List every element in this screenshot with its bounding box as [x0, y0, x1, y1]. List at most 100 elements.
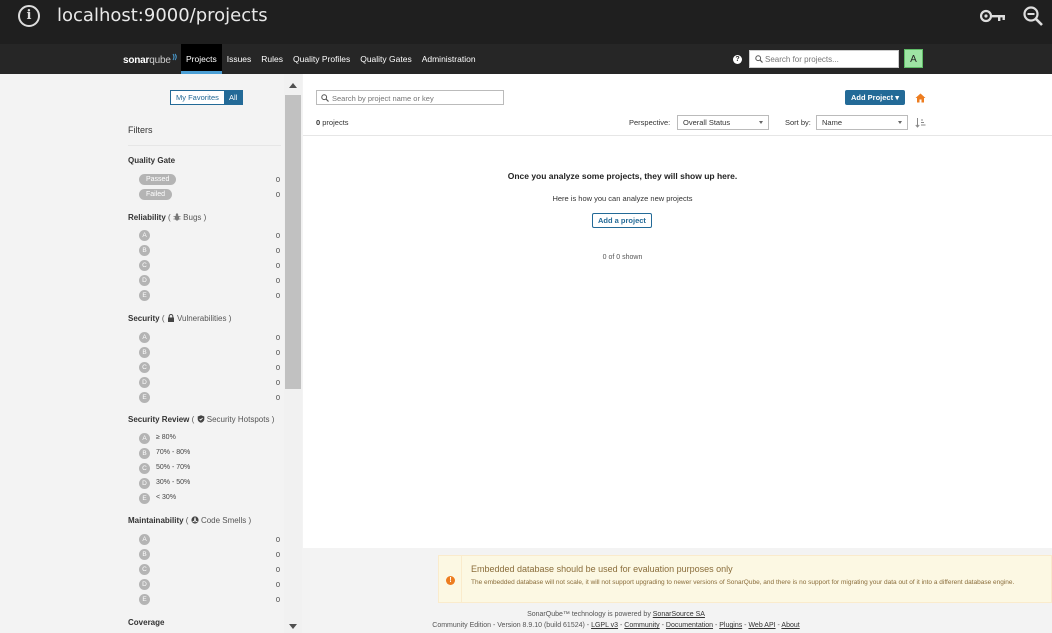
toolbar-divider [303, 135, 1052, 136]
facet-reliability-title[interactable]: Reliability ( Bugs ) [128, 213, 206, 222]
security-review-range: ≥ 80% [156, 434, 176, 441]
nav-quality-gates[interactable]: Quality Gates [355, 44, 417, 74]
warning-body: The embedded database will not scale, it… [471, 579, 1015, 586]
site-info-icon[interactable]: i [18, 5, 40, 27]
facet-title-text: Maintainability [128, 516, 184, 525]
maintainability-grade-b[interactable]: B [139, 549, 150, 560]
facet-count: 0 [275, 175, 280, 184]
license-link[interactable]: LGPL v3 [591, 622, 618, 629]
logo-wave-icon [172, 53, 177, 61]
search-icon [755, 55, 763, 63]
facet-count: 0 [275, 276, 280, 285]
facet-quality-gate-title[interactable]: Quality Gate [128, 156, 175, 165]
chevron-down-icon: ▾ [895, 93, 899, 102]
maintainability-grade-e[interactable]: E [139, 594, 150, 605]
help-icon[interactable]: ? [733, 55, 742, 64]
perspective-label: Perspective: [629, 118, 671, 127]
security-review-grade-b[interactable]: B [139, 448, 150, 459]
project-search[interactable] [316, 90, 504, 105]
paren-open: ( [161, 314, 165, 323]
logo-text-light: qube [149, 55, 171, 66]
sortby-value: Name [822, 118, 843, 127]
facet-count: 0 [275, 378, 280, 387]
security-grade-b[interactable]: B [139, 347, 150, 358]
facet-count: 0 [275, 595, 280, 604]
facet-count: 0 [275, 535, 280, 544]
user-avatar[interactable]: A [904, 49, 923, 68]
reliability-grade-e[interactable]: E [139, 290, 150, 301]
security-grade-c[interactable]: C [139, 362, 150, 373]
filters-heading: Filters [128, 125, 153, 135]
home-icon[interactable] [915, 93, 926, 103]
reliability-grade-d[interactable]: D [139, 275, 150, 286]
facet-security-title[interactable]: Security ( Vulnerabilities ) [128, 314, 231, 323]
sort-ascending-icon[interactable] [915, 117, 926, 128]
facet-count: 0 [275, 261, 280, 270]
facet-count: 0 [275, 190, 280, 199]
add-project-button[interactable]: Add Project ▾ [845, 90, 905, 105]
documentation-link[interactable]: Documentation [666, 622, 713, 629]
facet-security-review-title[interactable]: Security Review ( Security Hotspots ) [128, 415, 274, 424]
toggle-all[interactable]: All [223, 91, 243, 104]
about-link[interactable]: About [781, 622, 799, 629]
security-grade-d[interactable]: D [139, 377, 150, 388]
nav-issues[interactable]: Issues [222, 44, 257, 74]
nav-rules[interactable]: Rules [256, 44, 288, 74]
nav-quality-profiles[interactable]: Quality Profiles [288, 44, 355, 74]
web-api-link[interactable]: Web API [748, 622, 775, 629]
zoom-out-icon[interactable] [1022, 5, 1044, 27]
maintainability-grade-a[interactable]: A [139, 534, 150, 545]
facet-title-text: Security Review [128, 415, 190, 424]
facet-subtitle: Bugs [183, 213, 202, 222]
global-search[interactable] [749, 50, 899, 68]
security-review-grade-a[interactable]: A [139, 433, 150, 444]
scroll-down-arrow-icon[interactable] [289, 624, 297, 629]
project-count: 0 projects [316, 118, 349, 127]
project-count-label: projects [322, 118, 349, 127]
project-search-input[interactable] [332, 92, 500, 104]
nav-menu: Projects Issues Rules Quality Profiles Q… [181, 44, 481, 74]
global-search-input[interactable] [765, 52, 895, 66]
reliability-grade-a[interactable]: A [139, 230, 150, 241]
nav-administration[interactable]: Administration [417, 44, 481, 74]
facet-count: 0 [275, 580, 280, 589]
reliability-grade-b[interactable]: B [139, 245, 150, 256]
add-a-project-button[interactable]: Add a project [592, 213, 652, 228]
security-review-grade-c[interactable]: C [139, 463, 150, 474]
perspective-select[interactable]: Overall Status [677, 115, 769, 130]
warning-icon: ! [446, 576, 455, 585]
sonarsource-link[interactable]: SonarSource SA [653, 611, 705, 618]
sortby-select[interactable]: Name [816, 115, 908, 130]
toggle-my-favorites[interactable]: My Favorites [171, 91, 224, 104]
paren-close: ) [228, 314, 232, 323]
community-link[interactable]: Community [624, 622, 659, 629]
address-bar[interactable]: localhost:9000/projects [57, 4, 268, 28]
facet-count: 0 [275, 231, 280, 240]
shown-count: 0 of 0 shown [602, 254, 643, 261]
maintainability-grade-c[interactable]: C [139, 564, 150, 575]
warning-title: Embedded database should be used for eva… [471, 564, 733, 574]
chevron-down-icon [898, 121, 902, 124]
bug-icon [173, 213, 181, 221]
maintainability-grade-d[interactable]: D [139, 579, 150, 590]
sidebar-scrollbar[interactable] [284, 74, 302, 633]
facet-coverage-title[interactable]: Coverage [128, 618, 164, 627]
security-review-grade-d[interactable]: D [139, 478, 150, 489]
plugins-link[interactable]: Plugins [719, 622, 742, 629]
scrollbar-thumb[interactable] [285, 95, 301, 389]
security-grade-e[interactable]: E [139, 392, 150, 403]
sonarqube-logo[interactable]: sonarqube [123, 53, 178, 66]
quality-gate-failed[interactable]: Failed [139, 189, 173, 200]
facet-count: 0 [275, 393, 280, 402]
reliability-grade-c[interactable]: C [139, 260, 150, 271]
key-icon[interactable] [980, 8, 1006, 24]
security-review-grade-e[interactable]: E [139, 493, 150, 504]
facet-subtitle: Security Hotspots [206, 415, 270, 424]
quality-gate-passed[interactable]: Passed [139, 174, 177, 185]
facet-maintainability-title[interactable]: Maintainability ( Code Smells ) [128, 516, 251, 525]
add-project-label: Add Project [851, 93, 894, 102]
scroll-up-arrow-icon[interactable] [289, 83, 297, 88]
global-navigation: sonarqube Projects Issues Rules Quality … [0, 44, 1052, 74]
security-grade-a[interactable]: A [139, 332, 150, 343]
nav-projects[interactable]: Projects [181, 44, 222, 74]
